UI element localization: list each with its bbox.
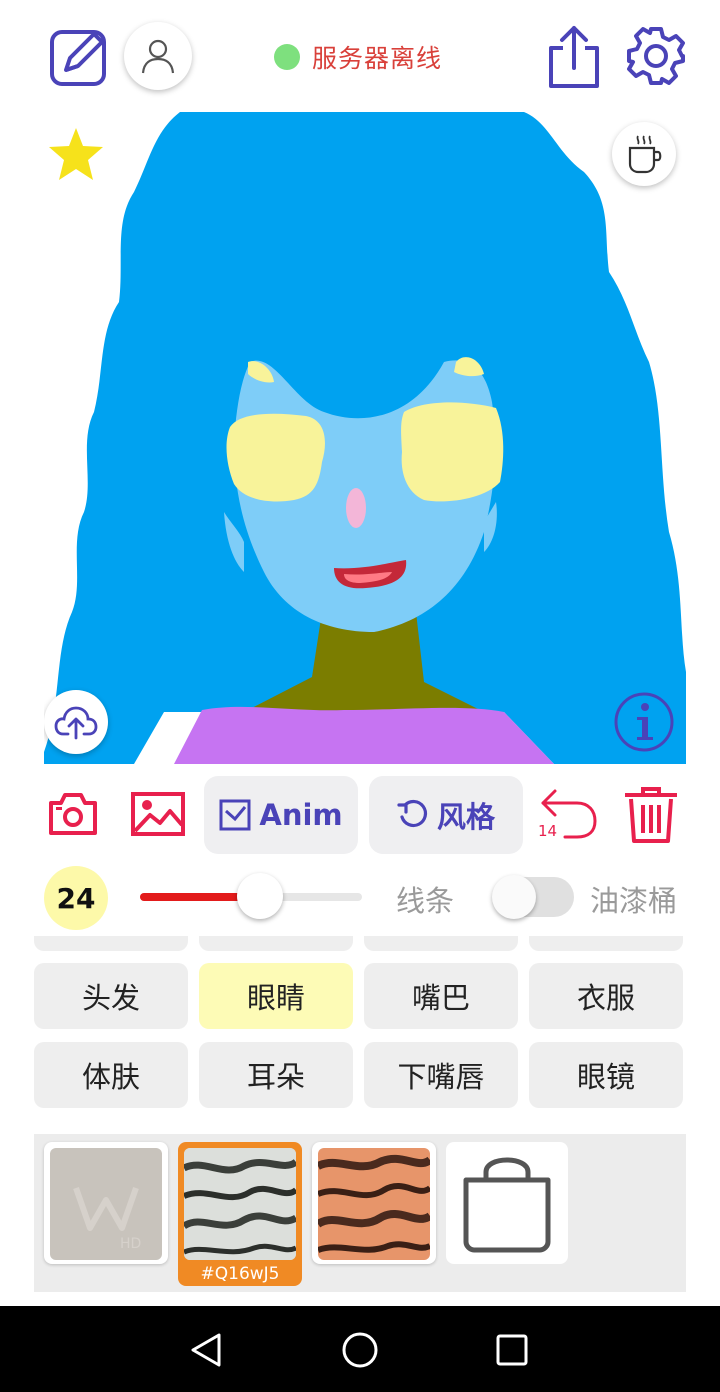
settings-icon <box>627 27 685 85</box>
refresh-icon <box>397 799 428 828</box>
category-ears[interactable]: 耳朵 <box>199 1042 353 1108</box>
cloud-upload-icon <box>54 706 98 740</box>
line-mode-label[interactable]: 线条 <box>396 878 454 920</box>
category-mouth[interactable]: 嘴巴 <box>364 963 518 1029</box>
texture-strip: HD #Q16wJ5 <box>34 1134 686 1292</box>
nav-recents-button[interactable] <box>492 1328 532 1372</box>
trash-icon <box>625 787 677 843</box>
system-nav-bar <box>0 1306 720 1392</box>
category-peek <box>364 936 518 951</box>
category-lower-lip[interactable]: 下嘴唇 <box>364 1042 518 1108</box>
shopping-bag-icon <box>463 1157 551 1253</box>
category-peek <box>199 936 353 951</box>
nav-home-button[interactable] <box>340 1328 380 1372</box>
delete-button[interactable] <box>620 784 682 846</box>
texture-thumb[interactable] <box>312 1142 436 1264</box>
top-bar: 服务器离线 <box>0 0 720 110</box>
anim-label: Anim <box>259 798 343 832</box>
checkbox-icon <box>219 799 251 831</box>
profile-button[interactable] <box>124 22 192 90</box>
category-hair[interactable]: 头发 <box>34 963 188 1029</box>
texture-preview <box>184 1148 296 1260</box>
share-button[interactable] <box>544 24 604 90</box>
texture-code: #Q16wJ5 <box>200 1264 280 1284</box>
slider-thumb[interactable] <box>236 873 283 919</box>
info-button[interactable] <box>612 690 676 754</box>
brush-size-badge: 24 <box>44 866 108 930</box>
coffee-icon <box>628 135 662 174</box>
category-skin[interactable]: 体肤 <box>34 1042 188 1108</box>
settings-button[interactable] <box>624 24 688 88</box>
svg-text:HD: HD <box>120 1236 141 1252</box>
category-eyes[interactable]: 眼睛 <box>199 963 353 1029</box>
anim-button[interactable]: Anim <box>204 776 358 854</box>
store-button[interactable] <box>446 1142 568 1264</box>
status-dot <box>274 44 300 70</box>
undo-count: 14 <box>538 822 558 840</box>
edit-icon <box>50 30 106 86</box>
nav-back-button[interactable] <box>186 1328 226 1372</box>
category-peek <box>529 936 683 951</box>
recents-nav-icon <box>496 1334 528 1366</box>
share-icon <box>549 26 599 88</box>
drawing-artwork <box>44 112 686 764</box>
back-nav-icon <box>191 1333 221 1367</box>
edit-button[interactable] <box>46 24 112 90</box>
style-label: 风格 <box>436 800 495 834</box>
blank-texture-icon: HD <box>50 1148 162 1260</box>
texture-preview <box>318 1148 430 1260</box>
user-icon <box>141 39 175 74</box>
toggle-thumb <box>492 875 536 919</box>
category-peek <box>34 936 188 951</box>
info-icon <box>614 692 674 752</box>
home-nav-icon <box>342 1332 378 1368</box>
cloud-upload-button[interactable] <box>44 690 108 754</box>
image-button[interactable] <box>130 790 186 838</box>
style-button[interactable]: 风格 <box>369 776 523 854</box>
tool-bar: Anim 风格 14 <box>0 770 720 860</box>
category-clothes[interactable]: 衣服 <box>529 963 683 1029</box>
texture-thumb[interactable]: HD <box>44 1142 168 1264</box>
star-icon <box>49 128 103 180</box>
server-status: 服务器离线 <box>274 40 442 74</box>
camera-button[interactable] <box>46 790 100 838</box>
bucket-mode-label[interactable]: 油漆桶 <box>590 878 677 920</box>
favorite-button[interactable] <box>46 126 106 182</box>
category-grid: 头发 眼睛 嘴巴 衣服 体肤 耳朵 下嘴唇 眼镜 <box>34 936 686 1122</box>
drawing-canvas[interactable] <box>44 112 686 764</box>
undo-button[interactable]: 14 <box>536 784 600 844</box>
status-text: 服务器离线 <box>312 44 443 73</box>
camera-icon <box>49 793 97 835</box>
category-glasses[interactable]: 眼镜 <box>529 1042 683 1108</box>
coffee-button[interactable] <box>612 122 676 186</box>
image-icon <box>131 792 185 836</box>
texture-thumb-selected[interactable]: #Q16wJ5 <box>178 1142 302 1286</box>
bucket-toggle[interactable] <box>492 875 574 919</box>
